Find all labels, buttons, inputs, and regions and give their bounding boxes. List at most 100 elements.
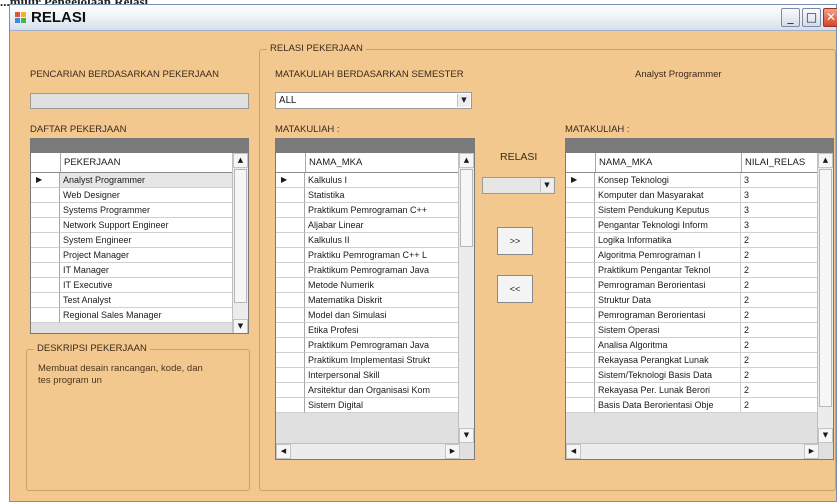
table-cell[interactable]: Sistem Digital: [305, 398, 460, 413]
table-cell-value[interactable]: 3: [741, 173, 819, 188]
table-cell[interactable]: Kalkulus I: [305, 173, 460, 188]
chevron-down-icon[interactable]: ▼: [540, 179, 553, 192]
table-cell-value[interactable]: 3: [741, 218, 819, 233]
table-cell[interactable]: Arsitektur dan Organisasi Kom: [305, 383, 460, 398]
row-header[interactable]: [276, 398, 305, 413]
row-header[interactable]: [276, 368, 305, 383]
row-header[interactable]: [276, 323, 305, 338]
table-cell[interactable]: Network Support Engineer: [60, 218, 234, 233]
row-header[interactable]: [566, 293, 595, 308]
maximize-button[interactable]: □: [802, 8, 821, 27]
vertical-scrollbar[interactable]: ▲ ▼: [458, 153, 474, 443]
horizontal-scrollbar[interactable]: ◀ ▶: [276, 443, 460, 459]
row-header[interactable]: [31, 203, 60, 218]
table-cell[interactable]: Kalkulus II: [305, 233, 460, 248]
table-cell[interactable]: Project Manager: [60, 248, 234, 263]
row-header[interactable]: [31, 233, 60, 248]
vertical-scrollbar[interactable]: ▲ ▼: [232, 153, 248, 333]
table-cell-value[interactable]: 2: [741, 308, 819, 323]
column-header-nama-mka[interactable]: NAMA_MKA: [305, 153, 460, 172]
table-cell-value[interactable]: 2: [741, 338, 819, 353]
row-header[interactable]: [276, 293, 305, 308]
table-cell[interactable]: Test Analyst: [60, 293, 234, 308]
row-header[interactable]: [566, 368, 595, 383]
row-header[interactable]: [31, 278, 60, 293]
scroll-thumb[interactable]: [460, 169, 473, 247]
row-header[interactable]: [566, 188, 595, 203]
table-cell-name[interactable]: Sistem Operasi: [595, 323, 741, 338]
table-cell[interactable]: Etika Profesi: [305, 323, 460, 338]
table-cell-value[interactable]: 2: [741, 233, 819, 248]
scroll-down-icon[interactable]: ▼: [459, 428, 474, 443]
row-header[interactable]: [31, 293, 60, 308]
row-header[interactable]: ▶: [276, 173, 305, 188]
table-cell-name[interactable]: Algoritma Pemrograman I: [595, 248, 741, 263]
row-header[interactable]: [276, 248, 305, 263]
row-header[interactable]: [566, 323, 595, 338]
row-header[interactable]: [31, 263, 60, 278]
table-cell-value[interactable]: 2: [741, 263, 819, 278]
scroll-up-icon[interactable]: ▲: [818, 153, 833, 168]
scroll-thumb[interactable]: [234, 169, 247, 303]
table-cell-name[interactable]: Logika Informatika: [595, 233, 741, 248]
table-cell-value[interactable]: 2: [741, 323, 819, 338]
title-bar[interactable]: RELASI _ □ ✕: [10, 5, 837, 31]
table-cell-value[interactable]: 2: [741, 293, 819, 308]
vertical-scrollbar[interactable]: ▲ ▼: [817, 153, 833, 443]
table-cell-name[interactable]: Pengantar Teknologi Inform: [595, 218, 741, 233]
row-header[interactable]: [276, 188, 305, 203]
table-cell-value[interactable]: 2: [741, 398, 819, 413]
table-cell[interactable]: IT Executive: [60, 278, 234, 293]
table-cell[interactable]: Matematika Diskrit: [305, 293, 460, 308]
table-cell[interactable]: Model dan Simulasi: [305, 308, 460, 323]
row-header[interactable]: [31, 188, 60, 203]
table-cell-name[interactable]: Praktikum Pengantar Teknol: [595, 263, 741, 278]
table-cell[interactable]: Analyst Programmer: [60, 173, 234, 188]
scroll-up-icon[interactable]: ▲: [233, 153, 248, 168]
scroll-right-icon[interactable]: ▶: [445, 444, 460, 459]
scroll-down-icon[interactable]: ▼: [818, 428, 833, 443]
row-header[interactable]: [276, 338, 305, 353]
table-cell-value[interactable]: 2: [741, 278, 819, 293]
search-input[interactable]: [30, 93, 249, 109]
row-header[interactable]: [566, 203, 595, 218]
table-cell-name[interactable]: Basis Data Berorientasi Obje: [595, 398, 741, 413]
row-header[interactable]: [276, 263, 305, 278]
chevron-down-icon[interactable]: ▼: [457, 94, 470, 107]
table-cell-name[interactable]: Sistem Pendukung Keputus: [595, 203, 741, 218]
row-header[interactable]: ▶: [31, 173, 60, 188]
table-cell[interactable]: System Engineer: [60, 233, 234, 248]
table-cell-name[interactable]: Komputer dan Masyarakat: [595, 188, 741, 203]
semester-select[interactable]: ALL ▼: [275, 92, 472, 109]
row-header[interactable]: [276, 218, 305, 233]
remove-relation-button[interactable]: <<: [497, 275, 533, 303]
table-cell-name[interactable]: Analisa Algoritma: [595, 338, 741, 353]
table-cell[interactable]: Statistika: [305, 188, 460, 203]
table-cell[interactable]: Praktikum Pemrograman C++: [305, 203, 460, 218]
row-header[interactable]: [276, 383, 305, 398]
table-cell-value[interactable]: 2: [741, 368, 819, 383]
row-header[interactable]: [566, 338, 595, 353]
row-header[interactable]: ▶: [566, 173, 595, 188]
row-header[interactable]: [566, 233, 595, 248]
scroll-thumb[interactable]: [819, 169, 832, 407]
scroll-right-icon[interactable]: ▶: [804, 444, 819, 459]
relasi-select[interactable]: ▼: [482, 177, 555, 194]
minimize-button[interactable]: _: [781, 8, 800, 27]
row-header[interactable]: [276, 203, 305, 218]
scroll-down-icon[interactable]: ▼: [233, 319, 248, 333]
scroll-left-icon[interactable]: ◀: [566, 444, 581, 459]
add-relation-button[interactable]: >>: [497, 227, 533, 255]
table-cell-value[interactable]: 3: [741, 188, 819, 203]
row-header[interactable]: [566, 278, 595, 293]
table-cell-name[interactable]: Rekayasa Perangkat Lunak: [595, 353, 741, 368]
table-cell[interactable]: Systems Programmer: [60, 203, 234, 218]
row-header[interactable]: [276, 233, 305, 248]
table-cell-name[interactable]: Pemrograman Berorientasi: [595, 308, 741, 323]
table-cell-value[interactable]: 2: [741, 248, 819, 263]
column-header-nama-mka[interactable]: NAMA_MKA: [595, 153, 741, 172]
row-header[interactable]: [31, 248, 60, 263]
row-header[interactable]: [566, 218, 595, 233]
table-cell[interactable]: IT Manager: [60, 263, 234, 278]
row-header[interactable]: [276, 353, 305, 368]
